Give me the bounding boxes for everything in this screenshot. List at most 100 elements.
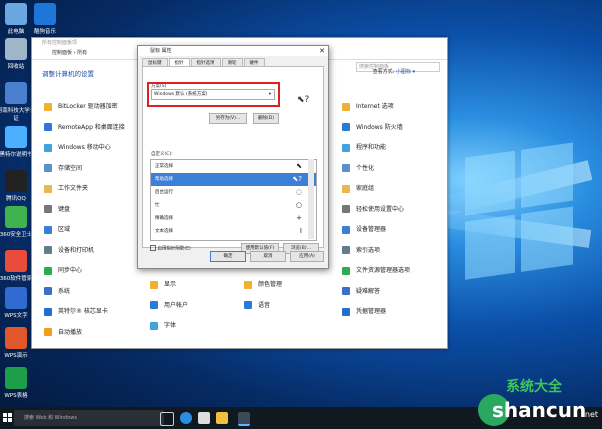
control-panel-item[interactable]: 索引选项: [342, 246, 380, 256]
control-panel-item[interactable]: 系统: [44, 287, 70, 297]
item-label: 程序和功能: [356, 144, 387, 151]
item-icon: [44, 246, 52, 254]
cursor-icon: +: [296, 214, 302, 222]
item-label: 同步中心: [58, 267, 83, 274]
control-panel-item[interactable]: 语音: [244, 301, 270, 311]
control-panel-item[interactable]: 设备管理器: [342, 225, 386, 235]
watermark-bottom: shancun: [492, 398, 587, 422]
watermark-top: 系统大全: [506, 379, 562, 395]
mouse-properties-dialog: 鼠标 属性 ✕ 鼠标键 指针 指针选项 滑轮 硬件 方案(S) 另存为(V)... 删除…: [137, 45, 329, 269]
control-panel-item[interactable]: 自动播放: [44, 328, 82, 338]
desktop-icon-label: 酷狗音乐: [33, 29, 56, 35]
item-icon: [150, 280, 158, 289]
item-label: 索引选项: [356, 246, 381, 254]
item-label: 英特尔® 核芯显卡: [58, 308, 108, 315]
item-icon: [44, 184, 52, 193]
mouse-app-icon[interactable]: [238, 412, 250, 426]
list-item[interactable]: 帮助选择 ⬉?: [151, 173, 316, 186]
item-label: 凭据管理器: [356, 308, 387, 315]
page-title: 调整计算机的设置: [42, 70, 94, 78]
list-item-label: 精确选择: [155, 216, 173, 221]
list-item[interactable]: 文本选择 I: [151, 225, 316, 238]
control-panel-item[interactable]: Internet 选项: [342, 102, 394, 112]
control-panel-item[interactable]: 程序和功能: [342, 143, 386, 153]
list-item[interactable]: 精确选择 +: [151, 212, 316, 225]
item-icon: [342, 225, 350, 234]
preview-cursor-icon: ⬉?: [297, 95, 310, 105]
control-panel-item[interactable]: 家庭组: [342, 184, 374, 194]
shadow-checkbox[interactable]: 启用指针阴影(E): [150, 245, 191, 252]
delete-button[interactable]: 删除(D): [253, 113, 279, 124]
wps-writer-icon: [5, 287, 27, 309]
desktop-icon-label: WPS表格: [4, 393, 28, 399]
list-item-label: 帮助选择: [155, 177, 173, 182]
item-icon: [342, 246, 350, 254]
360-soft-icon: [5, 250, 27, 272]
file-explorer-icon[interactable]: [216, 412, 228, 424]
item-label: 颜色管理: [258, 281, 283, 288]
edge-icon[interactable]: [180, 412, 192, 424]
watermark: 系统大全 shancun .net: [472, 374, 600, 429]
control-panel-item[interactable]: 同步中心: [44, 266, 82, 276]
item-icon: [342, 123, 350, 131]
control-panel-item[interactable]: Windows 移动中心: [44, 143, 111, 153]
control-panel-item[interactable]: 用户帐户: [150, 301, 188, 311]
taskbar-search[interactable]: 搜索 Web 和 Windows: [14, 410, 164, 426]
cancel-button[interactable]: 取消: [250, 251, 286, 262]
windows-logo: [465, 142, 575, 287]
item-label: 用户帐户: [164, 301, 189, 309]
scrollbar[interactable]: [308, 159, 314, 239]
watermark-suffix: .net: [582, 410, 598, 419]
item-label: RemoteApp 和桌面连接: [58, 123, 125, 131]
control-panel-item[interactable]: RemoteApp 和桌面连接: [44, 123, 125, 133]
item-icon: [44, 123, 52, 131]
item-label: 显示: [164, 281, 177, 288]
qq-icon: [5, 170, 27, 192]
control-panel-item[interactable]: 文件资源管理器选项: [342, 266, 410, 276]
item-label: 自动播放: [58, 328, 83, 336]
cursor-list[interactable]: 正常选择 ⬉ 帮助选择 ⬉? 后台运行 ◌ 忙 ○ 精确选择 + 文本选择 I: [150, 159, 317, 241]
task-view-icon[interactable]: [160, 412, 174, 426]
save-as-button[interactable]: 另存为(V)...: [209, 113, 247, 124]
apply-button[interactable]: 应用(A): [290, 251, 324, 262]
control-panel-item[interactable]: 显示: [150, 280, 176, 290]
control-panel-item[interactable]: 存储空间: [44, 164, 82, 174]
item-icon: [44, 164, 52, 172]
list-item-label: 正常选择: [155, 164, 173, 169]
list-item-label: 后台运行: [155, 190, 173, 195]
list-item-label: 文本选择: [155, 229, 173, 234]
list-item[interactable]: 忙 ○: [151, 199, 316, 212]
control-panel-item[interactable]: Windows 防火墙: [342, 123, 403, 133]
control-panel-item[interactable]: 键盘: [44, 205, 70, 215]
control-panel-item[interactable]: 个性化: [342, 164, 374, 174]
item-icon: [342, 102, 350, 111]
control-panel-item[interactable]: 颜色管理: [244, 280, 282, 290]
control-panel-item[interactable]: 凭据管理器: [342, 307, 386, 317]
item-icon: [44, 143, 52, 152]
cursor-icon: ⬉?: [292, 175, 302, 183]
store-icon[interactable]: [198, 412, 210, 424]
item-label: 工作文件夹: [58, 185, 89, 192]
item-icon: [150, 321, 158, 330]
control-panel-item[interactable]: 字体: [150, 321, 176, 331]
close-icon[interactable]: ✕: [319, 46, 325, 56]
list-item[interactable]: 后台运行 ◌: [151, 186, 316, 199]
desktop-icon[interactable]: WPS表格: [0, 367, 37, 399]
control-panel-item[interactable]: 设备和打印机: [44, 246, 94, 256]
item-icon: [244, 280, 252, 289]
control-panel-item[interactable]: 英特尔® 核芯显卡: [44, 307, 108, 317]
start-button[interactable]: [3, 413, 12, 422]
control-panel-item[interactable]: 区域: [44, 225, 70, 235]
item-icon: [342, 184, 350, 193]
control-panel-item[interactable]: BitLocker 驱动器加密: [44, 102, 118, 112]
item-label: 存储空间: [58, 164, 83, 172]
list-item[interactable]: 正常选择 ⬉: [151, 160, 316, 173]
control-panel-item[interactable]: 轻松使用设置中心: [342, 205, 404, 215]
ok-button[interactable]: 确定: [210, 251, 246, 262]
view-by[interactable]: 查看方式: 小图标 ▾: [373, 68, 415, 75]
desktop-icon[interactable]: 酷狗音乐: [24, 3, 66, 35]
control-panel-item[interactable]: 疑难解答: [342, 287, 380, 297]
item-icon: [342, 164, 350, 172]
control-panel-item[interactable]: 工作文件夹: [44, 184, 88, 194]
cursor-icon: ⬉: [296, 162, 302, 170]
